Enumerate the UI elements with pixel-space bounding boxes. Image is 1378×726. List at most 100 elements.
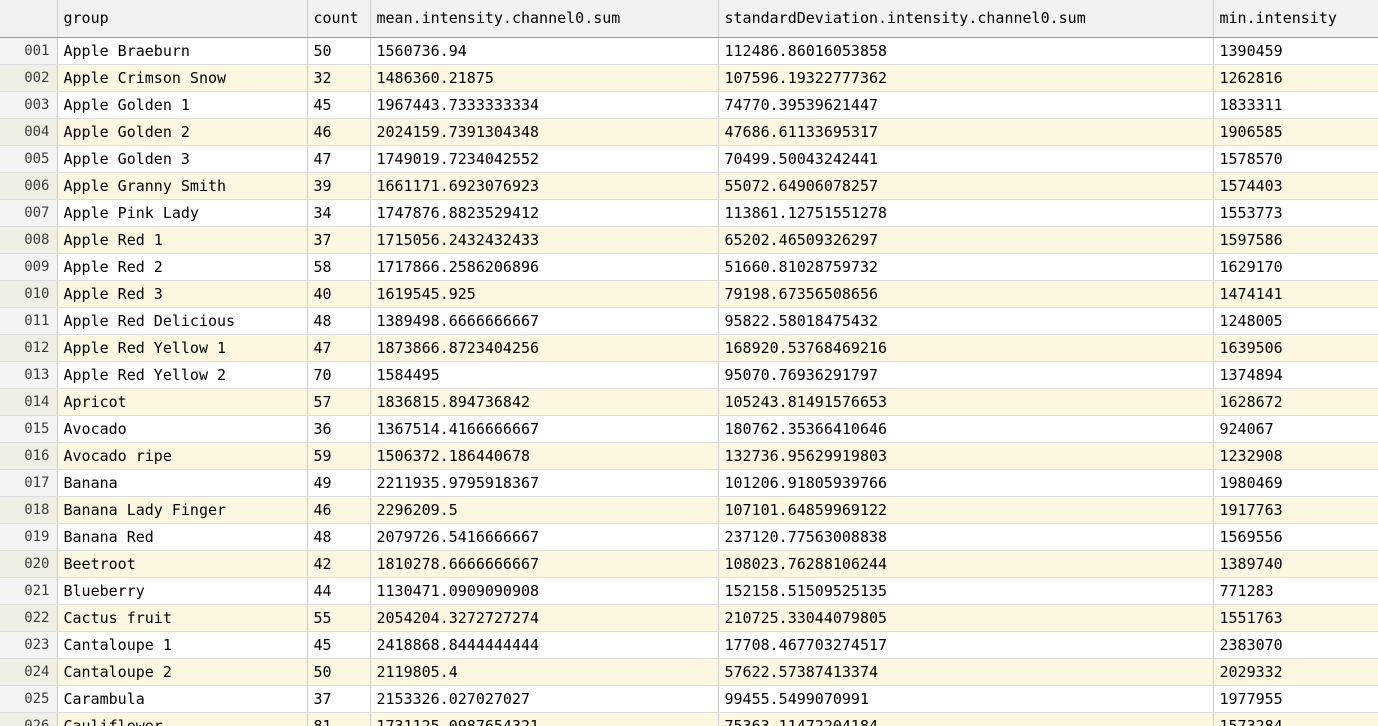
row-number: 021 (0, 577, 58, 605)
header-row: group count mean.intensity.channel0.sum … (0, 0, 1378, 38)
table-row[interactable]: 022 Cactus fruit 55 2054204.3272727274 21072… (0, 604, 1378, 632)
table-row[interactable]: 012 Apple Red Yellow 1 47 1873866.872340425… (0, 334, 1378, 362)
cell-standard-deviation: 108023.76288106244 (718, 550, 1214, 578)
row-number: 005 (0, 145, 58, 173)
table-row[interactable]: 004 Apple Golden 2 46 2024159.7391304348 476… (0, 118, 1378, 146)
cell-standard-deviation: 79198.67356508656 (718, 280, 1214, 308)
cell-count: 47 (307, 145, 371, 173)
cell-standard-deviation: 75363.11472204184 (718, 712, 1214, 726)
cell-mean: 1661171.6923076923 (370, 172, 719, 200)
cell-standard-deviation: 107596.19322777362 (718, 64, 1214, 92)
cell-count: 59 (307, 442, 371, 470)
table-row[interactable]: 017 Banana 49 2211935.9795918367 101206.9180… (0, 469, 1378, 497)
cell-min-intensity: 1639506 (1213, 334, 1378, 362)
results-table: group count mean.intensity.channel0.sum … (0, 0, 1378, 726)
cell-min-intensity: 1977955 (1213, 685, 1378, 713)
cell-mean: 1717866.2586206896 (370, 253, 719, 281)
cell-group: Banana Red (57, 523, 308, 551)
cell-group: Apple Red 3 (57, 280, 308, 308)
cell-mean: 2119805.4 (370, 658, 719, 686)
cell-group: Banana Lady Finger (57, 496, 308, 524)
row-number: 008 (0, 226, 58, 254)
column-header-mean[interactable]: mean.intensity.channel0.sum (370, 0, 719, 38)
table-row[interactable]: 021 Blueberry 44 1130471.0909090908 152158.5… (0, 577, 1378, 605)
cell-count: 36 (307, 415, 371, 443)
column-header-standard-deviation[interactable]: standardDeviation.intensity.channel0.sum (718, 0, 1214, 38)
cell-count: 32 (307, 64, 371, 92)
cell-count: 57 (307, 388, 371, 416)
cell-mean: 2153326.027027027 (370, 685, 719, 713)
cell-standard-deviation: 51660.81028759732 (718, 253, 1214, 281)
table-row[interactable]: 019 Banana Red 48 2079726.5416666667 237120.… (0, 523, 1378, 551)
cell-standard-deviation: 107101.64859969122 (718, 496, 1214, 524)
cell-count: 40 (307, 280, 371, 308)
row-number: 010 (0, 280, 58, 308)
cell-group: Apple Red Yellow 2 (57, 361, 308, 389)
table-row[interactable]: 005 Apple Golden 3 47 1749019.7234042552 704… (0, 145, 1378, 173)
cell-min-intensity: 1578570 (1213, 145, 1378, 173)
cell-min-intensity: 2383070 (1213, 631, 1378, 659)
table-row[interactable]: 007 Apple Pink Lady 34 1747876.8823529412 11… (0, 199, 1378, 227)
column-header-min-intensity[interactable]: min.intensity (1213, 0, 1378, 38)
table-row[interactable]: 009 Apple Red 2 58 1717866.2586206896 51660.… (0, 253, 1378, 281)
cell-mean: 1584495 (370, 361, 719, 389)
cell-mean: 2079726.5416666667 (370, 523, 719, 551)
table-row[interactable]: 024 Cantaloupe 2 50 2119805.4 57622.57387413… (0, 658, 1378, 686)
table-row[interactable]: 010 Apple Red 3 40 1619545.925 79198.6735650… (0, 280, 1378, 308)
cell-group: Apricot (57, 388, 308, 416)
cell-mean: 1389498.6666666667 (370, 307, 719, 335)
cell-count: 46 (307, 496, 371, 524)
cell-min-intensity: 1232908 (1213, 442, 1378, 470)
cell-mean: 1967443.7333333334 (370, 91, 719, 119)
table-row[interactable]: 016 Avocado ripe 59 1506372.186440678 132736… (0, 442, 1378, 470)
table-row[interactable]: 013 Apple Red Yellow 2 70 1584495 95070.7693… (0, 361, 1378, 389)
cell-mean: 1810278.6666666667 (370, 550, 719, 578)
table-row[interactable]: 018 Banana Lady Finger 46 2296209.5 107101.6… (0, 496, 1378, 524)
table-row[interactable]: 003 Apple Golden 1 45 1967443.7333333334 747… (0, 91, 1378, 119)
column-header-count[interactable]: count (307, 0, 371, 38)
row-number: 001 (0, 37, 58, 65)
cell-min-intensity: 2029332 (1213, 658, 1378, 686)
column-header-group[interactable]: group (57, 0, 308, 38)
row-number: 022 (0, 604, 58, 632)
cell-count: 37 (307, 226, 371, 254)
row-number: 019 (0, 523, 58, 551)
table-row[interactable]: 006 Apple Granny Smith 39 1661171.692307692… (0, 172, 1378, 200)
cell-group: Carambula (57, 685, 308, 713)
table-row[interactable]: 011 Apple Red Delicious 48 1389498.66666666… (0, 307, 1378, 335)
data-table-viewport[interactable]: group count mean.intensity.channel0.sum … (0, 0, 1378, 726)
cell-group: Avocado (57, 415, 308, 443)
table-row[interactable]: 008 Apple Red 1 37 1715056.2432432433 65202.… (0, 226, 1378, 254)
cell-standard-deviation: 152158.51509525135 (718, 577, 1214, 605)
table-row[interactable]: 026 Cauliflower 81 1731125.0987654321 75363.… (0, 712, 1378, 726)
row-number: 020 (0, 550, 58, 578)
cell-group: Apple Red 2 (57, 253, 308, 281)
table-row[interactable]: 025 Carambula 37 2153326.027027027 99455.549… (0, 685, 1378, 713)
row-number: 002 (0, 64, 58, 92)
table-row[interactable]: 015 Avocado 36 1367514.4166666667 180762.353… (0, 415, 1378, 443)
table-row[interactable]: 023 Cantaloupe 1 45 2418868.8444444444 17708… (0, 631, 1378, 659)
cell-standard-deviation: 237120.77563008838 (718, 523, 1214, 551)
cell-standard-deviation: 168920.53768469216 (718, 334, 1214, 362)
table-row[interactable]: 020 Beetroot 42 1810278.6666666667 108023.76… (0, 550, 1378, 578)
table-row[interactable]: 014 Apricot 57 1836815.894736842 105243.8149… (0, 388, 1378, 416)
cell-count: 50 (307, 37, 371, 65)
cell-standard-deviation: 55072.64906078257 (718, 172, 1214, 200)
row-number: 004 (0, 118, 58, 146)
cell-mean: 1731125.0987654321 (370, 712, 719, 726)
table-row[interactable]: 002 Apple Crimson Snow 32 1486360.21875 1075… (0, 64, 1378, 92)
cell-mean: 1747876.8823529412 (370, 199, 719, 227)
cell-count: 44 (307, 577, 371, 605)
row-number: 023 (0, 631, 58, 659)
cell-standard-deviation: 70499.50043242441 (718, 145, 1214, 173)
cell-min-intensity: 1390459 (1213, 37, 1378, 65)
cell-group: Avocado ripe (57, 442, 308, 470)
row-number: 018 (0, 496, 58, 524)
cell-group: Apple Golden 1 (57, 91, 308, 119)
table-row[interactable]: 001 Apple Braeburn 50 1560736.94 112486.8601… (0, 37, 1378, 65)
row-number: 025 (0, 685, 58, 713)
cell-count: 58 (307, 253, 371, 281)
cell-mean: 1486360.21875 (370, 64, 719, 92)
cell-min-intensity: 1389740 (1213, 550, 1378, 578)
row-number: 003 (0, 91, 58, 119)
